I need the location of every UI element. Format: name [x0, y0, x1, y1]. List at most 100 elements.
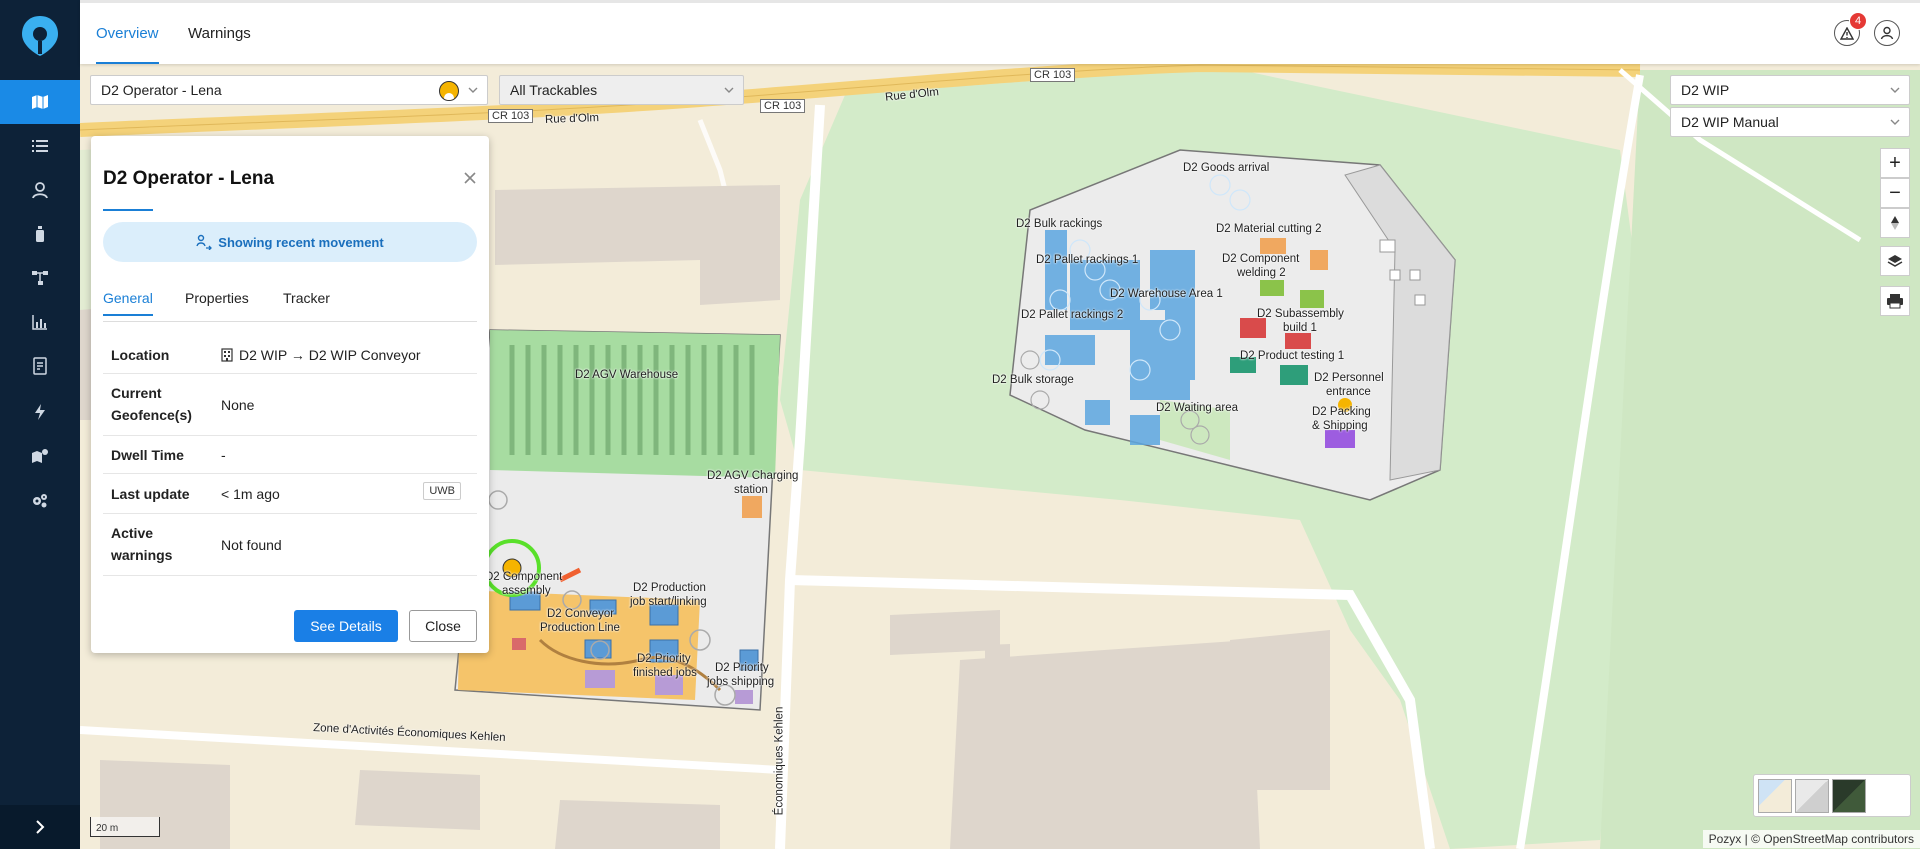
printer-icon	[1887, 294, 1903, 309]
location-label: Location	[111, 347, 170, 363]
last-update-value: < 1m ago	[221, 486, 280, 502]
close-button[interactable]: Close	[409, 610, 477, 642]
active-warnings-row: Active warnings Not found	[103, 514, 477, 576]
map-attribution: Pozyx | © OpenStreetMap contributors	[1702, 830, 1920, 848]
recent-movement-toggle[interactable]: Showing recent movement	[103, 222, 477, 262]
basemap-thumb-satellite[interactable]	[1832, 779, 1866, 813]
warnings-label-line2: warnings	[111, 547, 173, 563]
tag-icon	[36, 226, 44, 242]
trackable-details-panel: D2 Operator - Lena Showing recent moveme…	[91, 136, 489, 653]
map-settings-icon	[32, 449, 48, 463]
chevron-down-icon	[724, 87, 734, 93]
chart-icon	[32, 315, 47, 330]
sidebar-item-settings[interactable]	[0, 478, 80, 522]
road-label-cr103-3: CR 103	[488, 109, 534, 123]
user-icon	[1880, 26, 1894, 40]
sidebar-item-map[interactable]	[0, 80, 80, 124]
geofence-label-line2: Geofence(s)	[111, 407, 192, 423]
geofence-value: None	[221, 397, 255, 413]
plus-icon: +	[1889, 151, 1901, 174]
top-bar: Overview Warnings 4	[80, 0, 1920, 64]
print-button[interactable]	[1880, 286, 1910, 316]
trackable-select[interactable]: D2 Operator - Lena	[90, 75, 488, 105]
geofence-row: Current Geofence(s) None	[103, 374, 477, 436]
flow-icon	[32, 271, 48, 285]
pozyx-logo[interactable]	[20, 14, 60, 58]
location-value-wrap: D2 WIP → D2 WIP Conveyor	[221, 344, 421, 366]
zoom-out-button[interactable]: −	[1880, 178, 1910, 208]
panel-tab-properties[interactable]: Properties	[185, 290, 249, 314]
road-label-cr103-2: CR 103	[760, 99, 806, 113]
see-details-button[interactable]: See Details	[294, 610, 398, 642]
sidebar-expand-button[interactable]	[0, 805, 80, 849]
sidebar-item-location[interactable]	[0, 168, 80, 212]
last-update-row: Last update < 1m ago UWB	[103, 474, 477, 514]
sidebar-item-rules[interactable]	[0, 390, 80, 434]
layers-button[interactable]	[1880, 246, 1910, 276]
location-value: D2 WIP → D2 WIP Conveyor	[239, 347, 421, 363]
layer-select-wip-value: D2 WIP	[1681, 82, 1730, 98]
sidebar-item-flows[interactable]	[0, 256, 80, 300]
chevron-down-icon	[468, 87, 478, 93]
compass-icon	[1891, 216, 1899, 230]
zoom-in-button[interactable]: +	[1880, 148, 1910, 178]
recent-movement-label: Showing recent movement	[218, 234, 384, 250]
gears-icon	[33, 494, 47, 508]
layer-select-wip-manual[interactable]: D2 WIP Manual	[1670, 107, 1910, 137]
basemap-switcher[interactable]	[1753, 774, 1911, 817]
route-person-icon	[196, 234, 213, 250]
tab-warnings-label: Warnings	[188, 25, 251, 42]
warnings-count-badge: 4	[1849, 12, 1867, 30]
panel-tab-general[interactable]: General	[103, 290, 153, 316]
panel-title: D2 Operator - Lena	[103, 168, 275, 189]
geofence-label-line1: Current	[111, 385, 162, 401]
map-icon	[32, 95, 48, 109]
chevron-down-icon	[1890, 87, 1900, 93]
road-label-cr103-1: CR 103	[1030, 68, 1076, 82]
chevron-right-icon	[36, 820, 45, 834]
basemap-thumb-streets[interactable]	[1758, 779, 1792, 813]
warning-triangle-icon	[1840, 26, 1854, 40]
minus-icon: −	[1889, 181, 1901, 204]
layer-select-wip[interactable]: D2 WIP	[1670, 75, 1910, 105]
building-icon	[221, 348, 233, 362]
reset-north-button[interactable]	[1880, 208, 1910, 238]
list-icon	[32, 140, 48, 152]
report-icon	[33, 357, 47, 375]
app: Overview Warnings 4 CR 103 CR 103 CR 103…	[0, 0, 1920, 849]
map-scale: 20 m	[90, 817, 160, 837]
trackable-type-select[interactable]: All Trackables	[499, 75, 744, 105]
tech-badge: UWB	[423, 482, 461, 500]
user-menu-button[interactable]	[1874, 20, 1900, 46]
location-person-icon	[32, 182, 48, 199]
dwell-value: -	[221, 447, 226, 463]
sidebar	[0, 0, 80, 849]
sidebar-item-list[interactable]	[0, 124, 80, 168]
location-row: Location D2 WIP → D2 WIP Conveyor	[103, 336, 477, 374]
sidebar-item-geofences[interactable]	[0, 434, 80, 478]
basemap-thumb-light[interactable]	[1795, 779, 1829, 813]
trackable-select-value: D2 Operator - Lena	[101, 82, 222, 98]
warnings-label-line1: Active	[111, 525, 154, 541]
dwell-label: Dwell Time	[111, 447, 184, 463]
layers-icon	[1887, 255, 1903, 267]
trackable-type-select-value: All Trackables	[510, 82, 598, 98]
dwell-row: Dwell Time -	[103, 436, 477, 474]
warnings-value: Not found	[221, 537, 282, 553]
last-update-label: Last update	[111, 486, 190, 502]
sidebar-item-analytics[interactable]	[0, 300, 80, 344]
tab-overview-label: Overview	[96, 25, 159, 42]
panel-tabs-divider	[103, 321, 477, 322]
panel-tab-tracker[interactable]: Tracker	[283, 290, 330, 314]
tab-overview[interactable]: Overview	[96, 3, 159, 64]
warnings-button[interactable]: 4	[1834, 12, 1867, 46]
sidebar-item-reports[interactable]	[0, 344, 80, 388]
layer-select-wip-manual-value: D2 WIP Manual	[1681, 114, 1779, 130]
chevron-down-icon	[1890, 119, 1900, 125]
sidebar-item-tag[interactable]	[0, 212, 80, 256]
panel-title-underline	[103, 209, 153, 211]
close-icon[interactable]	[463, 171, 477, 185]
operator-avatar-icon	[439, 81, 459, 101]
tab-warnings[interactable]: Warnings	[188, 3, 251, 64]
bolt-icon	[35, 404, 45, 420]
